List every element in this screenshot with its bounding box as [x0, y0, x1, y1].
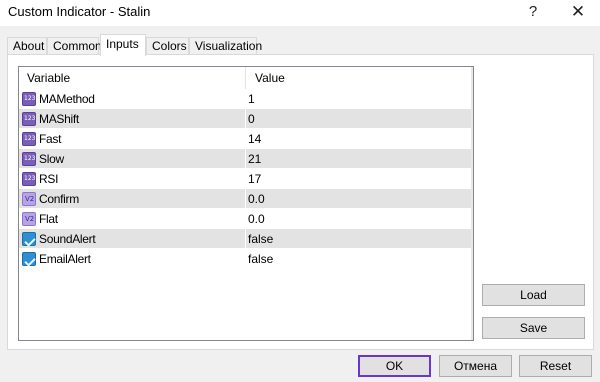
variable-cell: MAShift	[19, 109, 246, 129]
value-cell[interactable]: 14	[247, 129, 471, 149]
table-row[interactable]: RSI 17	[19, 169, 473, 189]
boolean-icon	[22, 232, 36, 246]
variable-name: Fast	[39, 132, 62, 146]
inputs-panel: Variable Value MAMethod1MAShift0Fast14Sl…	[7, 54, 594, 350]
tab-colors[interactable]: Colors	[146, 37, 189, 55]
integer-icon	[22, 172, 36, 186]
variable-cell: EmailAlert	[19, 249, 246, 269]
integer-icon	[22, 132, 36, 146]
grid-scroll-gutter	[471, 67, 473, 340]
double-icon	[22, 192, 36, 206]
variable-name: Confirm	[39, 192, 79, 206]
table-row[interactable]: MAShift 0	[19, 109, 473, 129]
table-row[interactable]: EmailAlert false	[19, 249, 473, 269]
variable-name: MAMethod	[39, 92, 95, 106]
inputs-grid: Variable Value MAMethod1MAShift0Fast14Sl…	[18, 66, 474, 341]
table-row[interactable]: Confirm 0.0	[19, 189, 473, 209]
help-button[interactable]: ?	[519, 1, 547, 23]
cancel-button[interactable]: Отмена	[439, 355, 512, 377]
double-icon	[22, 212, 36, 226]
window-title: Custom Indicator - Stalin	[8, 4, 151, 19]
save-button[interactable]: Save	[482, 317, 585, 339]
variable-cell: Flat	[19, 209, 246, 229]
variable-cell: Slow	[19, 149, 246, 169]
variable-cell: RSI	[19, 169, 246, 189]
table-row[interactable]: MAMethod 1	[19, 89, 473, 109]
variable-cell: SoundAlert	[19, 229, 246, 249]
integer-icon	[22, 92, 36, 106]
column-header-variable[interactable]: Variable	[19, 67, 246, 89]
value-cell[interactable]: false	[247, 249, 471, 269]
variable-name: SoundAlert	[39, 232, 96, 246]
tab-visualization[interactable]: Visualization	[189, 37, 262, 55]
tab-common[interactable]: Common	[47, 37, 102, 55]
variable-cell: Confirm	[19, 189, 246, 209]
table-row[interactable]: Fast 14	[19, 129, 473, 149]
value-cell[interactable]: 21	[247, 149, 471, 169]
variable-name: Slow	[39, 152, 64, 166]
tab-about[interactable]: About	[7, 37, 47, 55]
ok-button[interactable]: OK	[358, 355, 431, 377]
tab-inputs[interactable]: Inputs	[100, 34, 146, 56]
reset-button[interactable]: Reset	[519, 355, 592, 377]
variable-name: EmailAlert	[39, 252, 91, 266]
variable-cell: Fast	[19, 129, 246, 149]
value-cell[interactable]: 0.0	[247, 209, 471, 229]
integer-icon	[22, 112, 36, 126]
variable-name: MAShift	[39, 112, 79, 126]
boolean-icon	[22, 252, 36, 266]
value-cell[interactable]: 0.0	[247, 189, 471, 209]
table-row[interactable]: Flat 0.0	[19, 209, 473, 229]
value-cell[interactable]: 0	[247, 109, 471, 129]
close-button[interactable]: ✕	[564, 1, 592, 23]
variable-name: RSI	[39, 172, 59, 186]
table-row[interactable]: SoundAlert false	[19, 229, 473, 249]
value-cell[interactable]: false	[247, 229, 471, 249]
value-cell[interactable]: 17	[247, 169, 471, 189]
table-row[interactable]: Slow 21	[19, 149, 473, 169]
grid-header: Variable Value	[19, 67, 473, 89]
value-cell[interactable]: 1	[247, 89, 471, 109]
load-button[interactable]: Load	[482, 284, 585, 306]
column-header-value[interactable]: Value	[247, 67, 471, 89]
variable-cell: MAMethod	[19, 89, 246, 109]
title-bar: Custom Indicator - Stalin ? ✕	[0, 0, 600, 26]
variable-name: Flat	[39, 212, 58, 226]
integer-icon	[22, 152, 36, 166]
grid-rows: MAMethod1MAShift0Fast14Slow21RSI17Confir…	[19, 89, 473, 269]
